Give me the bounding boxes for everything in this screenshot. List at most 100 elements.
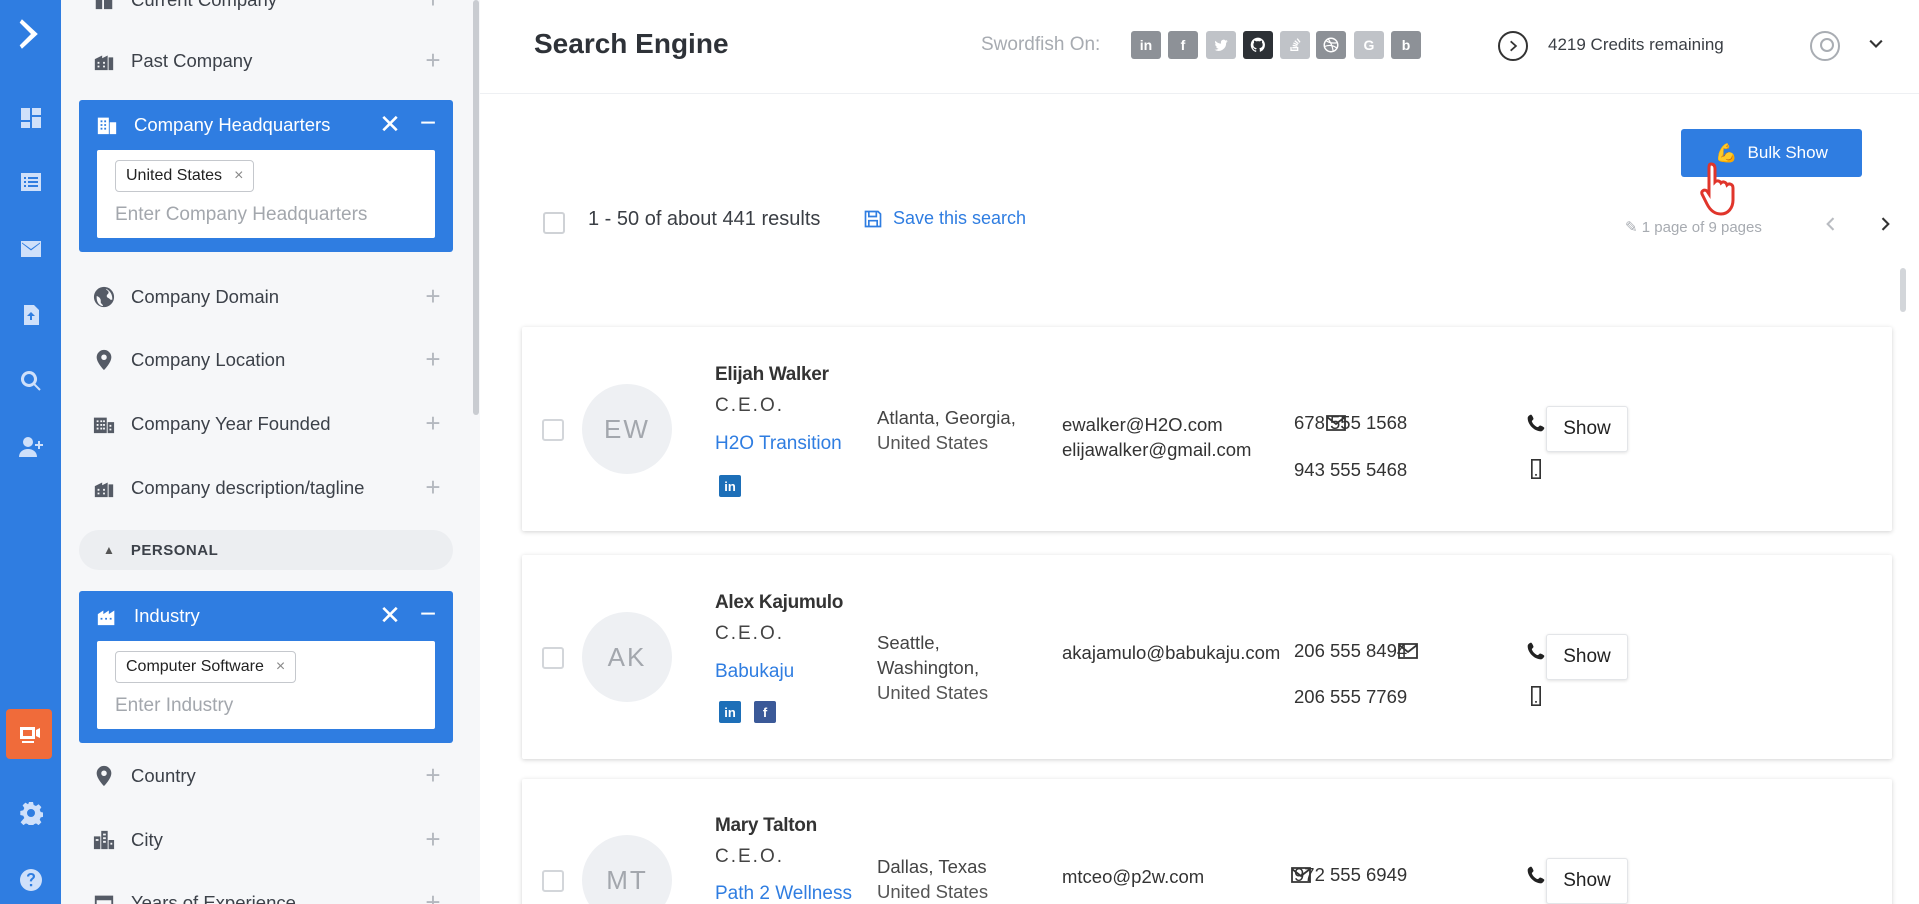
- add-user-icon[interactable]: [0, 423, 61, 471]
- calendar-icon: [91, 890, 117, 904]
- help-icon[interactable]: [0, 856, 61, 904]
- phone-number[interactable]: 943 555 5468: [1294, 459, 1407, 481]
- linkedin-icon[interactable]: in: [719, 701, 741, 723]
- prev-page-icon[interactable]: [1821, 214, 1841, 240]
- chevron-logo-icon[interactable]: [0, 10, 61, 58]
- select-all-checkbox[interactable]: [543, 212, 565, 234]
- user-avatar-icon[interactable]: [1810, 31, 1840, 61]
- plus-icon[interactable]: +: [421, 0, 445, 12]
- github-icon[interactable]: [1243, 31, 1273, 59]
- plus-icon[interactable]: +: [421, 762, 445, 788]
- filter-company-location[interactable]: Company Location +: [77, 334, 457, 386]
- filter-label: Company description/tagline: [131, 477, 365, 498]
- twitter-icon[interactable]: [1206, 31, 1236, 59]
- list-icon[interactable]: [0, 158, 61, 206]
- next-page-icon[interactable]: [1875, 214, 1895, 240]
- chip-remove-icon[interactable]: ×: [276, 658, 285, 676]
- dribbble-icon[interactable]: [1316, 31, 1346, 59]
- plus-icon[interactable]: +: [421, 826, 445, 852]
- person-location: Atlanta, Georgia, United States: [877, 405, 1016, 455]
- phone-number[interactable]: 972 555 6949: [1294, 864, 1407, 886]
- collapse-icon[interactable]: −: [415, 600, 441, 629]
- page-title: Search Engine: [534, 28, 729, 59]
- plus-icon[interactable]: +: [421, 410, 445, 436]
- settings-icon[interactable]: [0, 789, 61, 837]
- save-search-link[interactable]: Save this search: [863, 208, 1026, 229]
- show-button[interactable]: Show: [1546, 634, 1628, 680]
- person-name[interactable]: Elijah Walker: [715, 364, 829, 386]
- person-company[interactable]: Path 2 Wellness: [715, 883, 852, 904]
- credits-arrow-icon[interactable]: [1498, 31, 1528, 61]
- mobile-icon[interactable]: [1526, 685, 1546, 707]
- facebook-icon[interactable]: f: [754, 701, 776, 723]
- email[interactable]: akajamulo@babukaju.com: [1062, 640, 1280, 665]
- edit-icon[interactable]: ✎: [1625, 219, 1638, 236]
- behance-icon[interactable]: b: [1391, 31, 1421, 59]
- headquarters-input[interactable]: [115, 204, 417, 226]
- filter-country[interactable]: Country +: [77, 750, 457, 802]
- phone-number[interactable]: 206 555 7769: [1294, 686, 1407, 708]
- map-pin-icon: [91, 763, 117, 789]
- person-name[interactable]: Mary Talton: [715, 815, 817, 837]
- facebook-icon[interactable]: f: [1168, 31, 1198, 59]
- filter-company-year-founded[interactable]: Company Year Founded +: [77, 398, 457, 450]
- row-checkbox[interactable]: [542, 870, 564, 892]
- collapse-icon[interactable]: −: [415, 109, 441, 138]
- filter-header[interactable]: Company Headquarters ✕ −: [79, 100, 453, 150]
- filter-company-domain[interactable]: Company Domain +: [77, 271, 457, 323]
- stackoverflow-icon[interactable]: [1280, 31, 1310, 59]
- plus-icon[interactable]: +: [421, 889, 445, 904]
- phone-number[interactable]: 678 555 1568: [1294, 412, 1407, 434]
- phone-icon[interactable]: [1526, 864, 1546, 886]
- plus-icon[interactable]: +: [421, 474, 445, 500]
- document-upload-icon[interactable]: [0, 291, 61, 339]
- show-button[interactable]: Show: [1546, 858, 1628, 904]
- filter-header[interactable]: Industry ✕ −: [79, 591, 453, 641]
- mail-icon[interactable]: [0, 225, 61, 273]
- row-checkbox[interactable]: [542, 419, 564, 441]
- filter-years-experience[interactable]: Years of Experience +: [77, 877, 457, 904]
- industry-input[interactable]: [115, 695, 417, 717]
- plus-icon[interactable]: +: [421, 346, 445, 372]
- section-personal[interactable]: ▲ PERSONAL: [79, 530, 453, 570]
- plus-icon[interactable]: +: [421, 47, 445, 73]
- chevron-down-icon[interactable]: [1866, 34, 1886, 60]
- person-location: Dallas, Texas United States: [877, 854, 988, 904]
- linkedin-icon[interactable]: in: [1131, 31, 1161, 59]
- filter-current-company[interactable]: Current Company +: [77, 0, 457, 26]
- person-company[interactable]: H2O Transition: [715, 433, 842, 455]
- plus-icon[interactable]: +: [421, 283, 445, 309]
- search-icon[interactable]: [0, 357, 61, 405]
- globe-icon: [91, 284, 117, 310]
- google-icon[interactable]: G: [1354, 31, 1384, 59]
- email[interactable]: elijawalker@gmail.com: [1062, 437, 1251, 462]
- filter-city[interactable]: City +: [77, 814, 457, 866]
- close-icon[interactable]: ✕: [377, 602, 403, 629]
- save-search-label: Save this search: [893, 208, 1027, 228]
- show-button[interactable]: Show: [1546, 406, 1628, 452]
- email[interactable]: mtceo@p2w.com: [1062, 864, 1204, 889]
- row-checkbox[interactable]: [542, 647, 564, 669]
- phone-number[interactable]: 206 555 8494: [1294, 640, 1407, 662]
- filter-company-description[interactable]: Company description/tagline +: [77, 462, 457, 514]
- chip-remove-icon[interactable]: ×: [234, 167, 243, 185]
- mobile-icon[interactable]: [1526, 458, 1546, 480]
- scrollbar-thumb[interactable]: [473, 0, 479, 415]
- person-company[interactable]: Babukaju: [715, 661, 794, 683]
- dashboard-icon[interactable]: [0, 94, 61, 142]
- building-icon: [94, 112, 120, 138]
- location-line: United States: [877, 432, 989, 453]
- filter-scrollbar[interactable]: [472, 0, 480, 904]
- close-icon[interactable]: ✕: [377, 111, 403, 138]
- map-pin-icon: [91, 347, 117, 373]
- main-content: Search Engine Swordfish On: in f G b 421…: [480, 0, 1919, 904]
- phone-icon[interactable]: [1526, 412, 1546, 434]
- results-scrollbar-thumb[interactable]: [1900, 268, 1906, 312]
- location-line: Seattle,: [877, 632, 940, 653]
- video-icon[interactable]: [6, 709, 52, 759]
- linkedin-icon[interactable]: in: [719, 475, 741, 497]
- phone-icon[interactable]: [1526, 640, 1546, 662]
- filter-past-company[interactable]: Past Company +: [77, 35, 457, 87]
- email[interactable]: ewalker@H2O.com: [1062, 412, 1251, 437]
- person-name[interactable]: Alex Kajumulo: [715, 592, 843, 614]
